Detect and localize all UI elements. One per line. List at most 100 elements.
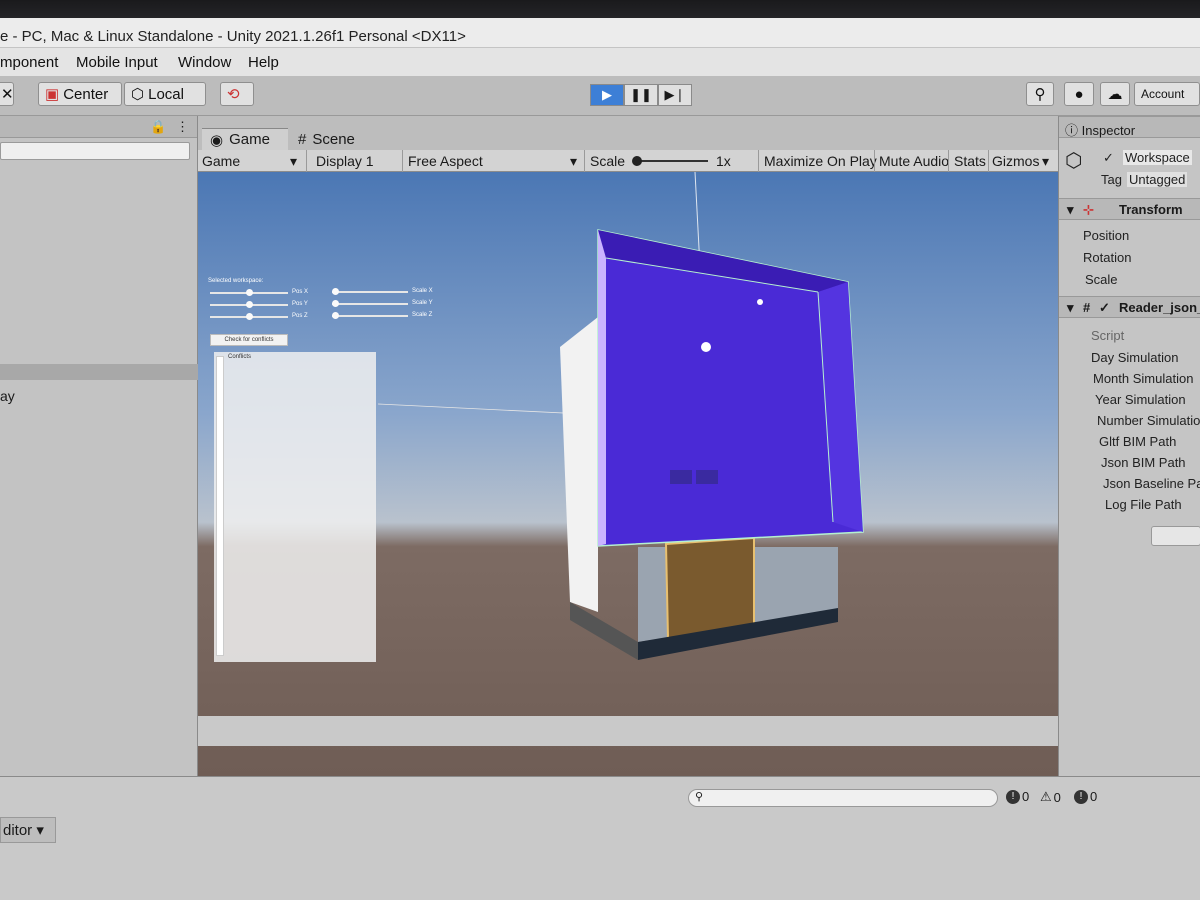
chevron-down-icon: ▾ (1042, 153, 1050, 169)
menu-bar: mponent Mobile Input Window Help (0, 48, 1200, 76)
game-display-select[interactable]: Game (202, 153, 240, 169)
chevron-down-icon: ▾ (570, 153, 578, 169)
play-controls: ▶ ❚❚ ▶❘ (590, 84, 692, 106)
tab-inspector[interactable]: ⓘ Inspector (1059, 116, 1200, 138)
position-label: Position (1083, 228, 1130, 243)
pivot-center-button[interactable]: ▣ Center (38, 82, 122, 106)
menu-component[interactable]: mponent (0, 54, 58, 71)
collab-services-button[interactable]: ● (1064, 82, 1094, 106)
hierarchy-item[interactable]: ay (0, 388, 198, 408)
mute-audio-toggle[interactable]: Mute Audio (879, 153, 949, 169)
field-json-baseline-path: Json Baseline Pat (1103, 476, 1200, 491)
hierarchy-header: 🔒 ⋮ (0, 116, 197, 138)
center-label: Center (63, 85, 109, 103)
local-label: Local (148, 85, 184, 103)
warning-count: 0 (1053, 789, 1061, 805)
hierarchy-panel: 🔒 ⋮ ay (0, 116, 198, 776)
field-json-bim-path: Json BIM Path (1101, 455, 1186, 470)
transform-header[interactable]: ▾ ⊹ Transform (1059, 198, 1200, 220)
scale-label: Scale (590, 153, 626, 169)
collab-icon: ⟲ (227, 86, 240, 103)
chevron-down-icon: ▾ (36, 822, 44, 839)
field-month-simulation: Month Simulation (1093, 371, 1194, 386)
scale-label: Scale (1085, 272, 1118, 287)
scale-slider-knob[interactable] (632, 156, 642, 166)
transform-icon: ⊹ (1083, 202, 1094, 217)
inspector-tab-label: Inspector (1081, 123, 1136, 138)
more-icon[interactable]: ⋮ (176, 119, 189, 135)
account-button[interactable]: Account (1134, 82, 1200, 106)
transform-label: Transform (1119, 202, 1183, 217)
hierarchy-row-selected[interactable] (0, 286, 198, 306)
triangle-down-icon: ▾ (1067, 300, 1074, 315)
lock-icon[interactable]: 🔒 (150, 119, 166, 135)
game-view-status (198, 716, 1058, 746)
hierarchy-search-input[interactable] (0, 142, 190, 160)
tab-scene[interactable]: # Scene (290, 128, 380, 150)
step-button[interactable]: ▶❘ (658, 84, 692, 106)
editor-dropdown[interactable]: ditor ▾ (0, 817, 56, 843)
maximize-on-play-toggle[interactable]: Maximize On Play (764, 153, 877, 169)
console-search-input[interactable]: ⚲ (688, 789, 998, 807)
cloud-icon: ☁ (1107, 86, 1123, 103)
center-icon: ▣ (45, 86, 60, 103)
warning-count-badge[interactable]: ⚠ 0 (1040, 789, 1061, 805)
active-checkbox[interactable]: ✓ (1103, 150, 1114, 166)
field-number-simulation: Number Simulation (1097, 413, 1200, 428)
tag-select[interactable]: Untagged (1127, 172, 1188, 187)
info-count: 0 (1090, 789, 1098, 804)
inspector-panel: ⓘ Inspector ⬡ ✓ Workspace Tag Untagged ▾… (1058, 116, 1200, 776)
collab-button[interactable]: ⟲ (220, 82, 254, 106)
play-icon: ▶ (602, 87, 612, 102)
gizmos-toggle[interactable]: Gizmos (992, 153, 1039, 169)
hierarchy-scene-separator (0, 364, 198, 380)
tag-label: Tag (1101, 172, 1122, 187)
add-component-button[interactable] (1151, 526, 1200, 546)
play-button[interactable]: ▶ (590, 84, 624, 106)
services-icon: ● (1074, 85, 1084, 103)
grid-icon: # (298, 130, 307, 148)
tab-game[interactable]: ◉ Game (202, 128, 288, 150)
stats-toggle[interactable]: Stats (954, 153, 986, 169)
light-gizmo-icon (701, 342, 711, 352)
field-day-simulation: Day Simulation (1091, 350, 1179, 365)
unity-editor-window: e - PC, Mac & Linux Standalone - Unity 2… (0, 18, 1200, 900)
script-field-label: Script (1091, 328, 1125, 343)
menu-help[interactable]: Help (248, 54, 279, 71)
cloud-button[interactable]: ☁ (1100, 82, 1130, 106)
menu-mobile-input[interactable]: Mobile Input (76, 54, 158, 71)
error-count-badge[interactable]: ! 0 (1006, 789, 1029, 804)
pivot-local-button[interactable]: ⬡ Local (124, 82, 206, 106)
search-button[interactable]: ⚲ (1026, 82, 1054, 106)
info-icon: ! (1074, 789, 1088, 804)
rotation-label: Rotation (1083, 250, 1132, 265)
error-count: 0 (1022, 789, 1030, 804)
tool-icon: ✕ (1, 86, 14, 103)
info-count-badge[interactable]: ! 0 (1074, 789, 1097, 804)
search-icon: ⚲ (1034, 86, 1046, 103)
tab-game-label: Game (229, 131, 270, 148)
display-select[interactable]: Display 1 (316, 153, 374, 169)
component-enabled-checkbox[interactable]: ✓ (1099, 300, 1110, 316)
warning-icon: ⚠ (1040, 789, 1052, 804)
title-bar: e - PC, Mac & Linux Standalone - Unity 2… (0, 18, 1200, 48)
menu-window[interactable]: Window (178, 54, 231, 71)
scale-slider[interactable] (636, 160, 708, 162)
error-icon: ! (1006, 789, 1020, 804)
object-name-field[interactable]: Workspace (1123, 150, 1192, 165)
chevron-down-icon: ▾ (290, 153, 298, 169)
tab-scene-label: Scene (312, 130, 355, 148)
rect-tool-button[interactable]: ✕ (0, 82, 14, 106)
pause-button[interactable]: ❚❚ (624, 84, 658, 106)
game-view-toolbar: Game ▾ Display 1 Free Aspect ▾ Scale 1x … (198, 150, 1058, 172)
game-viewport[interactable]: Selected workspace: Pos X Pos Y Pos Z Sc… (198, 172, 1058, 776)
view-tabs: ◉ Game # Scene (198, 128, 1058, 150)
account-label: Account (1141, 87, 1185, 101)
field-year-simulation: Year Simulation (1095, 392, 1186, 407)
script-component-header[interactable]: ▾ # ✓ Reader_json_ (1059, 296, 1200, 318)
script-component-label: Reader_json_ (1119, 300, 1200, 315)
triangle-down-icon: ▾ (1067, 202, 1074, 217)
field-gltf-bim-path: Gltf BIM Path (1099, 434, 1177, 449)
search-icon: ⚲ (695, 791, 704, 803)
aspect-select[interactable]: Free Aspect (408, 153, 483, 169)
